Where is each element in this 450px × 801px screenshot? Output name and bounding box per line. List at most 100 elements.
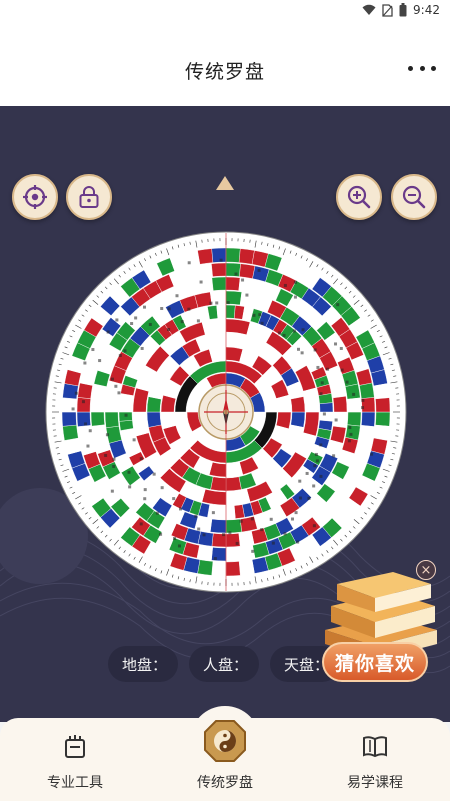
compass-glyph: [345, 380, 349, 384]
locate-button[interactable]: [12, 174, 58, 220]
lock-icon: [79, 186, 99, 208]
more-options-button[interactable]: [408, 60, 436, 76]
tab-pro-tools-label: 专业工具: [47, 775, 103, 791]
compass-glyph: [370, 452, 374, 456]
compass-glyph: [81, 400, 85, 404]
compass-glyph: [300, 351, 304, 355]
compass-segment: [225, 505, 236, 520]
compass-glyph: [88, 429, 92, 433]
compass-glyph: [140, 346, 144, 350]
compass-glyph: [202, 533, 206, 537]
compass-glyph: [314, 452, 318, 456]
toolbox-icon: [59, 730, 91, 762]
compass-glyph: [177, 544, 181, 548]
more-dot-icon: [431, 65, 436, 71]
compass-glyph: [83, 361, 87, 365]
zoom-out-button[interactable]: [391, 174, 437, 220]
compass-segment: [373, 383, 390, 400]
compass-glyph: [260, 528, 264, 532]
yin-yang-icon[interactable]: [203, 719, 247, 763]
compass-glyph: [117, 391, 121, 395]
compass-glyph: [296, 540, 300, 544]
compass-segment: [62, 383, 79, 400]
compass-glyph: [142, 305, 146, 309]
compass-glyph: [283, 532, 287, 536]
compass-glyph: [292, 329, 296, 333]
compass-glyph: [114, 384, 118, 388]
compass-segment: [196, 263, 213, 279]
compass-glyph: [239, 519, 243, 523]
luopan-compass[interactable]: [45, 231, 407, 593]
no-sim-icon: [382, 3, 393, 17]
compass-glyph: [132, 438, 136, 442]
compass-glyph: [349, 432, 353, 436]
earth-plate-readout: 地盘：: [108, 646, 178, 682]
compass-glyph: [91, 348, 95, 352]
compass-segment: [225, 276, 241, 291]
compass-segment: [91, 424, 107, 441]
compass-glyph: [160, 307, 164, 311]
compass-glyph: [123, 349, 127, 353]
compass-segment: [239, 516, 258, 533]
promo-close-icon[interactable]: ×: [416, 560, 436, 580]
compass-glyph: [252, 313, 256, 317]
compass-glyph: [112, 464, 116, 468]
compass-segment: [225, 304, 236, 319]
human-plate-readout: 人盘：: [189, 646, 259, 682]
compass-segment: [345, 383, 361, 400]
compass-glyph: [319, 392, 323, 396]
compass-segment: [90, 397, 105, 413]
compass-glyph: [110, 377, 114, 381]
compass-glyph: [251, 549, 255, 553]
compass-segment: [211, 547, 227, 562]
compass-glyph: [172, 497, 176, 501]
compass-segment: [319, 411, 334, 422]
compass-glyph: [234, 272, 238, 276]
compass-segment: [76, 411, 91, 427]
compass-glyph: [334, 418, 338, 422]
compass-glyph: [139, 522, 143, 526]
compass-segment: [62, 424, 79, 441]
earth-plate-label: 地盘：: [122, 655, 168, 674]
compass-segment: [238, 531, 255, 547]
compass-segment: [347, 411, 362, 427]
page-title: 传统罗盘: [184, 61, 265, 83]
more-dot-icon: [408, 65, 413, 71]
compass-glyph: [196, 319, 200, 323]
compass-glyph: [307, 496, 311, 500]
compass-glyph: [173, 537, 177, 541]
lock-button[interactable]: [66, 174, 112, 220]
compass-segment: [118, 402, 133, 413]
compass-glyph: [320, 381, 324, 385]
compass-glyph: [245, 293, 249, 297]
guess-you-like-button[interactable]: 猜你喜欢: [322, 642, 428, 682]
status-time: 9:42: [413, 3, 440, 17]
tab-pro-tools[interactable]: 专业工具: [0, 726, 150, 796]
compass-segment: [216, 304, 227, 319]
compass-segment: [197, 277, 214, 293]
compass-glyph: [134, 316, 138, 320]
compass-glyph: [194, 514, 198, 518]
tab-yixue-courses[interactable]: 易学课程: [300, 726, 450, 796]
compass-glyph: [282, 333, 286, 337]
compass-glyph: [361, 406, 365, 410]
compass-glyph: [293, 295, 297, 299]
status-bar: 9:42: [0, 0, 450, 24]
compass-glyph: [298, 496, 302, 500]
compass-segment: [210, 332, 227, 348]
crosshair-icon: [23, 185, 47, 209]
compass-glyph: [155, 511, 159, 515]
compass-glyph: [175, 294, 179, 298]
compass-glyph: [187, 307, 191, 311]
compass-glyph: [269, 517, 273, 521]
compass-glyph: [209, 301, 213, 305]
compass-glyph: [143, 488, 147, 492]
compass-glyph: [226, 301, 230, 305]
compass-segment: [76, 397, 91, 413]
zoom-in-button[interactable]: [336, 174, 382, 220]
compass-glyph: [352, 392, 356, 396]
compass-glyph: [257, 268, 261, 272]
compass-segment: [225, 518, 243, 534]
compass-glyph: [110, 489, 114, 493]
direction-pointer-icon: [216, 176, 234, 190]
